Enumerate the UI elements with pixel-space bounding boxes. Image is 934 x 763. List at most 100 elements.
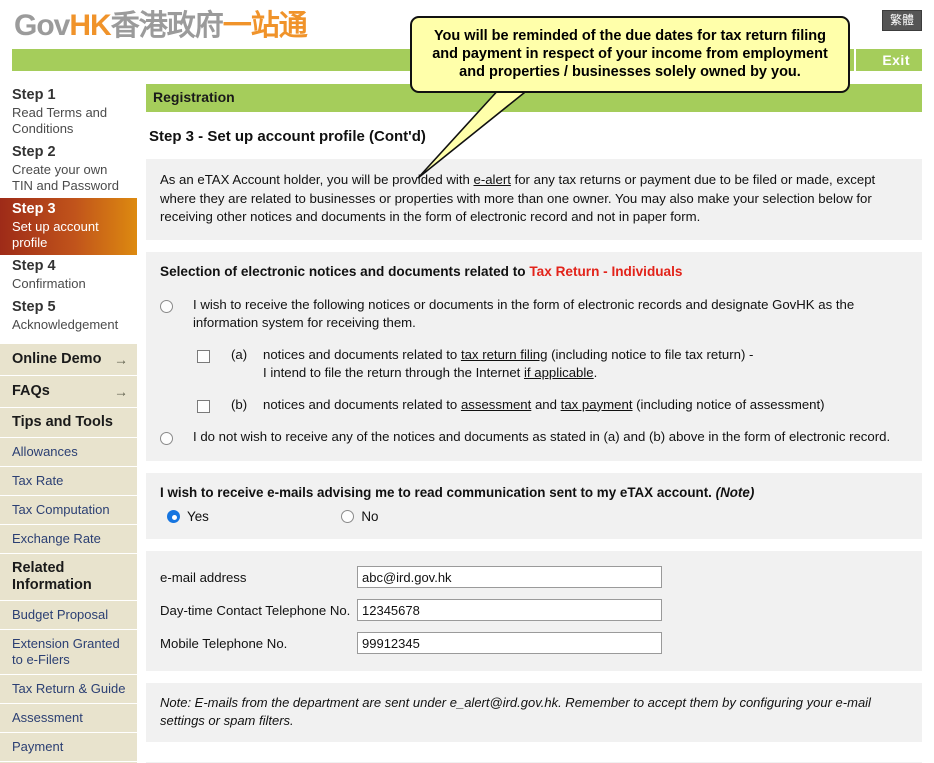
selection-title-highlight: Tax Return - Individuals	[529, 263, 683, 279]
sidebar-item-budget-proposal[interactable]: Budget Proposal	[0, 601, 137, 630]
option-row-2[interactable]: I do not wish to receive any of the noti…	[160, 428, 908, 448]
sidebar-item-tax-rate[interactable]: Tax Rate	[0, 467, 137, 496]
checkbox-row-a[interactable]: (a) notices and documents related to tax…	[160, 346, 908, 382]
item-b-mid: and	[531, 396, 561, 412]
language-toggle-button[interactable]: 繁體	[881, 10, 922, 31]
assessment-link[interactable]: assessment	[461, 397, 531, 412]
callout-text: You will be reminded of the due dates fo…	[432, 28, 828, 80]
field-row-daytime-phone: Day-time Contact Telephone No.	[160, 599, 908, 622]
checkbox-a-cell[interactable]	[197, 346, 231, 382]
selection-title-plain: Selection of electronic notices and docu…	[160, 263, 530, 279]
radio-option-2-cell[interactable]	[160, 428, 193, 448]
sidebar-step-4[interactable]: Step 4 Confirmation	[0, 255, 137, 296]
option-row-1[interactable]: I wish to receive the following notices …	[160, 296, 908, 332]
sidebar-item-allowances[interactable]: Allowances	[0, 438, 137, 467]
radio-yes-group[interactable]: Yes	[160, 509, 209, 525]
sidebar-item-related-information[interactable]: Related Information	[0, 554, 137, 601]
email-preference-question: I wish to receive e-mails advising me to…	[160, 485, 908, 500]
sidebar-item-faqs[interactable]: FAQs →	[0, 376, 137, 408]
option-1-label: I wish to receive the following notices …	[193, 296, 855, 330]
radio-decline-electronic[interactable]	[160, 431, 173, 445]
arrow-right-icon: →	[114, 383, 128, 399]
radio-option-1-cell[interactable]	[160, 296, 193, 332]
sidebar-step-3-active[interactable]: Step 3 Set up account profile	[0, 198, 137, 255]
logo-gov-text: Gov	[14, 9, 70, 42]
sidebar-item-tips-and-tools[interactable]: Tips and Tools	[0, 408, 137, 438]
sidebar: Step 1 Read Terms and Conditions Step 2 …	[0, 84, 137, 763]
page-root: GovHK香港政府一站通 繁體 Exit You will be reminde…	[0, 0, 934, 763]
sidebar-step-5[interactable]: Step 5 Acknowledgement	[0, 296, 137, 337]
email-address-label: e-mail address	[160, 569, 247, 585]
sidebar-item-extension-granted-to-e-filers[interactable]: Extension Granted to e-Filers	[0, 630, 137, 675]
item-b-text: notices and documents related to assessm…	[263, 396, 825, 416]
mobile-telephone-label: Mobile Telephone No.	[160, 635, 288, 651]
logo-chinese-gray: 香港政府	[110, 10, 224, 42]
sidebar-item-online-demo[interactable]: Online Demo →	[0, 344, 137, 376]
radio-yes-label: Yes	[187, 509, 209, 525]
checkbox-b-cell[interactable]	[197, 396, 231, 416]
item-a-marker: (a)	[231, 346, 248, 362]
checkbox-row-b[interactable]: (b) notices and documents related to ass…	[160, 396, 908, 416]
if-applicable-link[interactable]: if applicable	[524, 365, 594, 380]
note-panel: Note: E-mails from the department are se…	[146, 683, 922, 743]
radio-no[interactable]	[341, 510, 355, 524]
step-5-subtitle: Acknowledgement	[12, 317, 119, 332]
email-address-input[interactable]	[357, 566, 662, 589]
step-4-subtitle: Confirmation	[12, 276, 86, 291]
sidebar-item-exchange-rate[interactable]: Exchange Rate	[0, 525, 137, 554]
item-a-text: notices and documents related to tax ret…	[263, 346, 753, 382]
email-preference-panel: I wish to receive e-mails advising me to…	[146, 472, 922, 540]
sidebar-item-tax-return-and-guide[interactable]: Tax Return & Guide	[0, 675, 137, 704]
govhk-logo[interactable]: GovHK香港政府一站通	[14, 8, 308, 44]
item-a-line2-post: .	[593, 364, 598, 380]
sidebar-item-payment[interactable]: Payment	[0, 733, 137, 762]
daytime-telephone-input[interactable]	[357, 599, 662, 622]
sidebar-item-assessment[interactable]: Assessment	[0, 704, 137, 733]
tooltip-callout: You will be reminded of the due dates fo…	[410, 16, 850, 93]
item-a-line1-post: (including notice to file tax return) -	[547, 346, 754, 362]
item-b-marker: (b)	[231, 396, 248, 412]
tax-return-filing-link[interactable]: tax return filing	[461, 347, 548, 362]
logo-chinese-orange: 一站通	[222, 10, 308, 42]
faqs-label: FAQs	[12, 383, 50, 399]
selection-title: Selection of electronic notices and docu…	[160, 264, 908, 279]
radio-no-label: No	[361, 509, 379, 525]
sidebar-menu: Online Demo → FAQs → Tips and Tools Allo…	[0, 344, 137, 763]
radio-receive-electronic[interactable]	[160, 299, 173, 313]
step-5-title: Step 5	[12, 299, 56, 315]
field-row-email: e-mail address	[160, 566, 908, 589]
step-3-title: Step 3	[12, 201, 56, 217]
sidebar-step-1[interactable]: Step 1 Read Terms and Conditions	[0, 84, 137, 141]
radio-yes[interactable]	[167, 510, 180, 524]
step-1-title: Step 1	[12, 87, 56, 103]
sidebar-step-2[interactable]: Step 2 Create your own TIN and Password	[0, 141, 137, 198]
selection-panel: Selection of electronic notices and docu…	[146, 251, 922, 461]
checkbox-assessment-tax-payment[interactable]	[197, 399, 210, 413]
step-1-subtitle: Read Terms and Conditions	[12, 105, 108, 136]
yes-no-radio-group: Yes No	[160, 509, 908, 525]
item-a-line1-pre: notices and documents related to	[263, 346, 461, 362]
note-text: Note: E-mails from the department are se…	[160, 695, 871, 729]
item-b-post: (including notice of assessment)	[632, 396, 825, 412]
arrow-right-icon: →	[114, 351, 128, 367]
step-2-subtitle: Create your own TIN and Password	[12, 162, 119, 193]
email-question-text: I wish to receive e-mails advising me to…	[160, 484, 716, 500]
tax-payment-link[interactable]: tax payment	[561, 397, 633, 412]
step-2-title: Step 2	[12, 144, 56, 160]
item-a-line2-pre: I intend to file the return through the …	[263, 364, 524, 380]
logo-hk-text: HK	[69, 9, 111, 42]
sidebar-item-tax-computation[interactable]: Tax Computation	[0, 496, 137, 525]
item-b-pre: notices and documents related to	[263, 396, 461, 412]
exit-button[interactable]: Exit	[882, 50, 910, 70]
option-2-label: I do not wish to receive any of the noti…	[193, 428, 891, 444]
contact-fields-panel: e-mail address Day-time Contact Telephon…	[146, 551, 922, 672]
online-demo-label: Online Demo	[12, 351, 102, 367]
radio-no-group[interactable]: No	[334, 509, 379, 525]
note-tag: (Note)	[715, 484, 755, 500]
mobile-telephone-input[interactable]	[357, 632, 662, 655]
field-row-mobile-phone: Mobile Telephone No.	[160, 632, 908, 655]
checkbox-tax-return-filing[interactable]	[197, 349, 210, 363]
